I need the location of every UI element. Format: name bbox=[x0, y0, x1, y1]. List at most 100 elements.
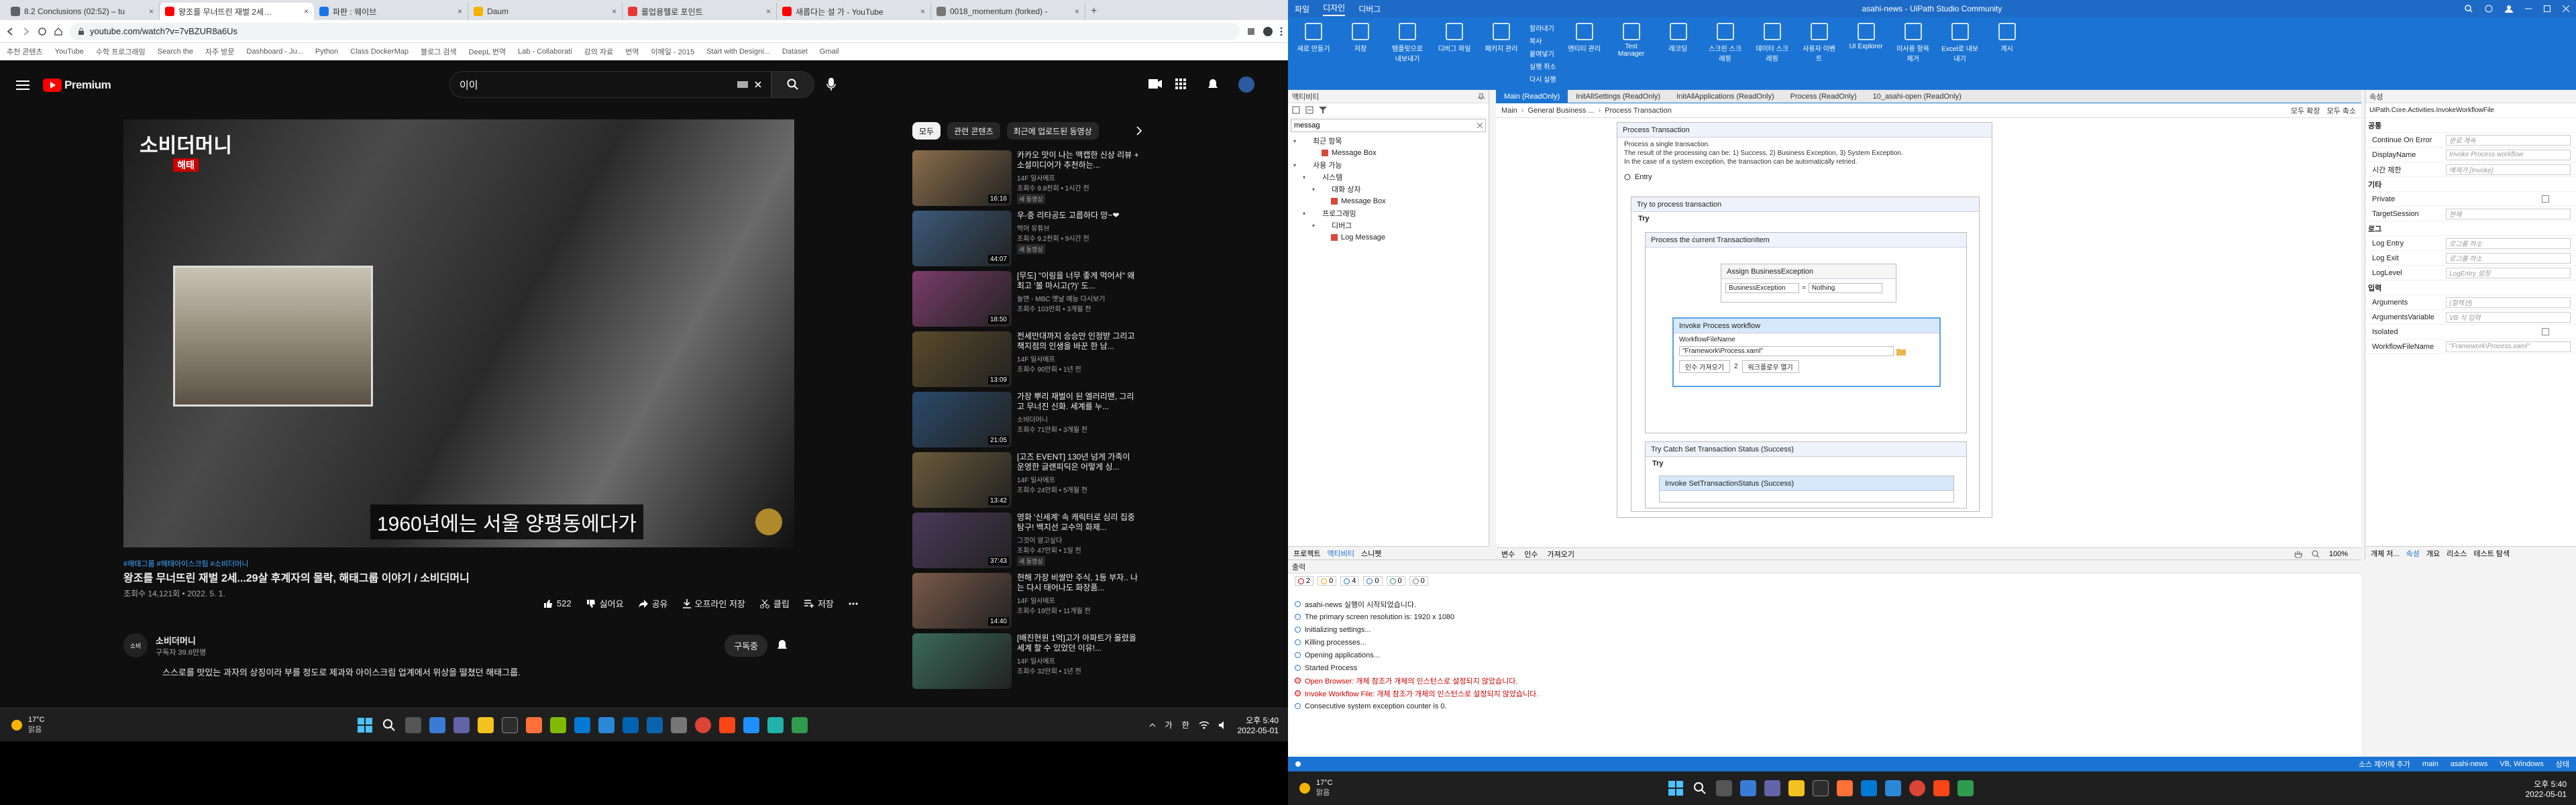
panel-tab[interactable]: 테스트 탐색 bbox=[2473, 548, 2510, 559]
create-video-icon[interactable] bbox=[1148, 79, 1162, 89]
ribbon-button[interactable]: 레코딩 bbox=[1660, 23, 1697, 53]
tree-expand-icon[interactable]: ▾ bbox=[1293, 162, 1300, 168]
browser-tab[interactable]: 8.2 Conclusions (02:52) – tu × bbox=[5, 3, 160, 20]
property-row[interactable]: 기타 bbox=[2365, 177, 2576, 192]
ribbon-button[interactable]: 스크린 스크래핑 bbox=[1707, 23, 1744, 63]
ribbon-button[interactable]: Test Manager bbox=[1613, 23, 1650, 58]
process-transaction-header[interactable]: Process Transaction bbox=[1617, 123, 1992, 138]
property-row[interactable]: WorkflowFileName "Framework\Process.xaml" bbox=[2365, 339, 2576, 354]
photos-icon[interactable] bbox=[623, 717, 639, 733]
video-thumbnail[interactable]: 44:07 bbox=[912, 211, 1012, 266]
taskbar-search-icon[interactable] bbox=[1692, 780, 1708, 796]
chrome-icon[interactable] bbox=[695, 717, 711, 733]
bell-icon[interactable] bbox=[777, 639, 788, 651]
volume-icon[interactable] bbox=[1218, 720, 1228, 729]
chrome-icon[interactable] bbox=[1909, 780, 1925, 796]
property-checkbox[interactable] bbox=[2542, 328, 2549, 335]
activity-tree-item[interactable]: ▾ 사용 가능 bbox=[1293, 159, 1483, 171]
app-icon-blue[interactable] bbox=[743, 717, 759, 733]
filter-chip[interactable]: 관련 콘텐츠 bbox=[947, 122, 1000, 140]
property-value[interactable]: 로그를 하소 bbox=[2446, 252, 2571, 264]
related-video-channel[interactable]: 놀면 - MBC 옛날 예능 다시보기 bbox=[1017, 293, 1139, 303]
breadcrumb-item[interactable]: General Business ... bbox=[1528, 107, 1595, 115]
browser-tab[interactable]: 새롭다는 설 가 - YouTube × bbox=[777, 3, 931, 20]
store-icon[interactable] bbox=[1885, 780, 1901, 796]
add-to-source-control[interactable]: 소스 제어에 추가 bbox=[2359, 759, 2410, 769]
breadcrumb-item[interactable]: Process Transaction bbox=[1605, 107, 1672, 115]
profile-icon[interactable] bbox=[1263, 26, 1273, 37]
windows-start-icon[interactable] bbox=[357, 717, 373, 733]
keyboard-icon[interactable] bbox=[737, 81, 748, 88]
output-line[interactable]: Initializing settings... bbox=[1288, 623, 2361, 636]
bookmark-item[interactable]: 추천 콘텐츠 bbox=[7, 46, 43, 57]
channel-avatar[interactable]: 소비 bbox=[123, 633, 148, 657]
browser-tab[interactable]: 롤업용헬로 포인트 × bbox=[623, 3, 777, 20]
property-value[interactable]: LogEntry 설정 bbox=[2446, 267, 2571, 278]
related-video-item[interactable]: 18:50 [무도] "이링을 너무 좋게 먹어서" 왜 최고 '볼 마시고(?)… bbox=[912, 271, 1140, 329]
ribbon-button[interactable]: 미사용 항목 제거 bbox=[1894, 23, 1932, 63]
app-icon-green[interactable] bbox=[1957, 780, 1974, 796]
property-row[interactable]: Log Entry 로그를 하소 bbox=[2365, 236, 2576, 251]
property-checkbox[interactable] bbox=[2542, 195, 2549, 203]
arguments-tab[interactable]: 인수 bbox=[1524, 549, 1538, 559]
bookmark-item[interactable]: 블로그 검색 bbox=[421, 46, 457, 57]
home-icon[interactable] bbox=[54, 27, 63, 36]
try-catch-set-status[interactable]: Try Catch Set Transaction Status (Succes… bbox=[1645, 441, 1967, 508]
tree-expand-icon[interactable]: ▾ bbox=[1312, 186, 1319, 193]
canvas-link[interactable]: 모두 축소 bbox=[2326, 105, 2356, 116]
widgets-icon[interactable] bbox=[1740, 780, 1756, 796]
property-value[interactable]: (컬렉션) bbox=[2446, 297, 2571, 308]
ribbon-button[interactable]: UI Explorer bbox=[1847, 23, 1885, 50]
breadcrumb-item[interactable]: Main bbox=[1501, 107, 1517, 115]
filter-chip[interactable]: 최근에 업로드된 동영상 bbox=[1006, 122, 1099, 140]
property-row[interactable]: Arguments (컬렉션) bbox=[2365, 295, 2576, 310]
panel-tab[interactable]: 프로젝트 bbox=[1293, 548, 1320, 559]
ribbon-small-button[interactable]: 잘라내기 bbox=[1529, 23, 1556, 33]
bookmark-item[interactable]: 번역 bbox=[625, 46, 639, 57]
related-video-item[interactable]: 13:42 [고즈 EVENT] 130년 넘게 가족이 운영한 글랜피딕은 어떻… bbox=[912, 452, 1140, 510]
input-language[interactable]: 한 bbox=[1182, 719, 1189, 731]
video-thumbnail[interactable] bbox=[912, 633, 1012, 689]
ribbon-button[interactable]: 디버그 파일 bbox=[1436, 23, 1473, 53]
related-video-title[interactable]: [고즈 EVENT] 130년 넘게 가족이 운영한 글랜피딕은 어떻게 싱..… bbox=[1017, 452, 1139, 472]
tab-close-icon[interactable]: × bbox=[766, 7, 771, 16]
bookmark-item[interactable]: 자주 방문 bbox=[205, 46, 235, 57]
try-process-transaction[interactable]: Try to process transaction Try Process t… bbox=[1631, 197, 1980, 512]
video-thumbnail[interactable]: 21:05 bbox=[912, 392, 1012, 447]
assign-to-field[interactable]: BusinessException bbox=[1725, 283, 1799, 293]
bookmark-item[interactable]: Lab - Collaborati bbox=[518, 48, 572, 56]
related-video-channel[interactable]: 14F 일사에프 bbox=[1017, 474, 1139, 484]
video-thumbnail[interactable]: 16:16 bbox=[912, 150, 1012, 206]
hamburger-menu-icon[interactable] bbox=[16, 80, 30, 91]
output-filter-toggle[interactable]: 0 bbox=[1386, 576, 1405, 586]
maximize-icon[interactable] bbox=[2544, 5, 2551, 12]
property-row[interactable]: Log Exit 로그를 하소 bbox=[2365, 251, 2576, 266]
output-line[interactable]: asahi-news 실행이 시작되었습니다. bbox=[1288, 598, 2361, 610]
assign-value-field[interactable]: Nothing bbox=[1808, 283, 1882, 293]
close-icon[interactable] bbox=[2563, 5, 2569, 12]
bookmark-item[interactable]: 강의 자료 bbox=[584, 46, 614, 57]
forward-icon[interactable] bbox=[21, 27, 31, 36]
subscribed-button[interactable]: 구독중 bbox=[724, 634, 767, 657]
search-icon[interactable] bbox=[2465, 5, 2473, 13]
tree-expand-icon[interactable]: ▾ bbox=[1312, 223, 1319, 229]
search-button[interactable] bbox=[771, 71, 814, 98]
property-row[interactable]: TargetSession 현재 bbox=[2365, 207, 2576, 221]
filter-icon[interactable] bbox=[1319, 106, 1327, 114]
menu-tab[interactable]: 디자인 bbox=[1323, 2, 1346, 16]
related-video-item[interactable]: [배진현원 1억]고가 아파트가 몰렸을 세계 할 수 있었던 이유!... 14… bbox=[912, 633, 1140, 691]
assign-activity[interactable]: Assign BusinessException BusinessExcepti… bbox=[1721, 264, 1896, 303]
related-video-title[interactable]: 영화 '신세계' 속 캐릭터로 심리 집중 탐구! 백지선 교수의 화제... bbox=[1017, 513, 1139, 533]
ribbon-small-button[interactable]: 붙여넣기 bbox=[1529, 48, 1556, 58]
bookmark-item[interactable]: Dashboard - Ju... bbox=[247, 48, 303, 56]
like-button[interactable]: 522 bbox=[543, 597, 572, 610]
youtube-logo[interactable]: Premium bbox=[43, 78, 111, 92]
clock-time[interactable]: 오후 5:40 bbox=[2534, 778, 2567, 790]
bookmark-item[interactable]: DeepL 번역 bbox=[469, 46, 506, 57]
taskbar-search-icon[interactable] bbox=[381, 717, 397, 733]
tab-close-icon[interactable]: × bbox=[1075, 7, 1079, 16]
output-line[interactable]: Consecutive system exception counter is … bbox=[1288, 700, 2361, 712]
activity-tree-item[interactable]: ▾ 프로그래밍 bbox=[1293, 207, 1483, 219]
output-filter-toggle[interactable]: 4 bbox=[1340, 576, 1360, 586]
notifications-bell-icon[interactable] bbox=[1208, 78, 1218, 91]
